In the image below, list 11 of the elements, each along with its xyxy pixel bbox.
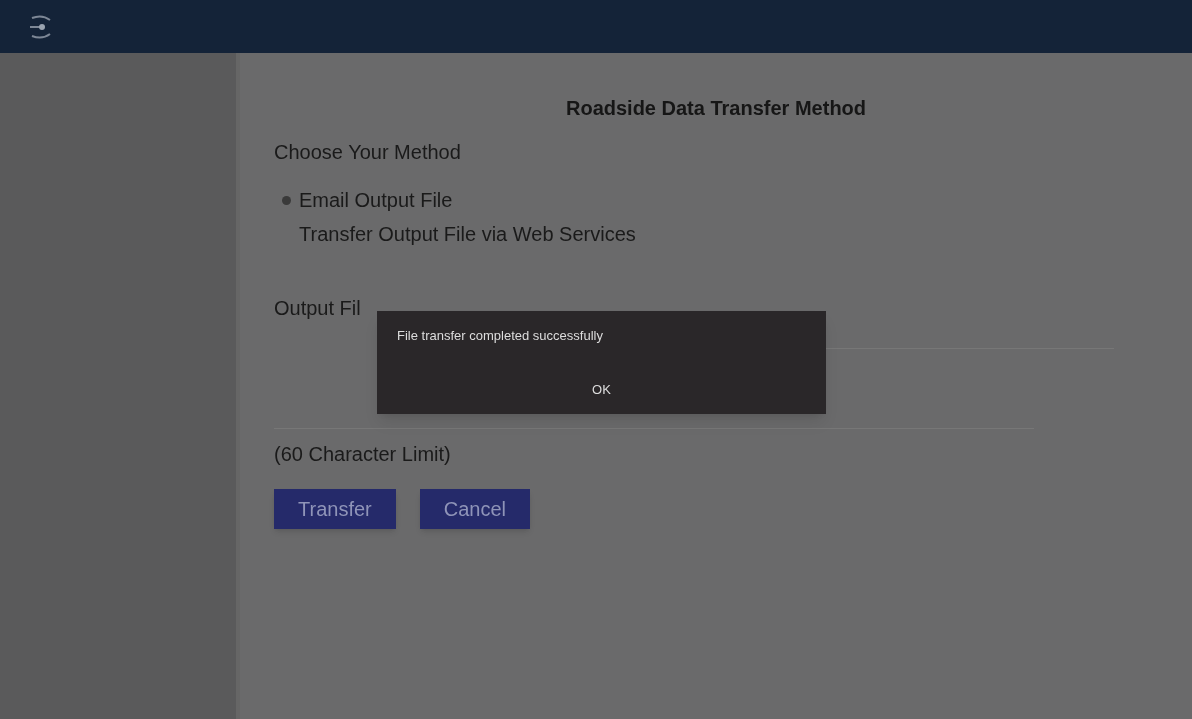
radio-label[interactable]: Transfer Output File via Web Services [299, 219, 636, 249]
field-label: Output Fil [274, 296, 361, 321]
dialog-message: File transfer completed successfully [397, 327, 603, 345]
radio-button[interactable] [282, 195, 291, 205]
section-heading: Choose Your Method [274, 140, 462, 165]
page-title: Roadside Data Transfer Method [564, 96, 868, 121]
cancel-button[interactable]: Cancel [419, 489, 530, 529]
transfer-button[interactable]: Transfer [274, 489, 396, 529]
ok-button[interactable]: OK [582, 375, 621, 403]
radio-label[interactable]: Email Output File [299, 185, 453, 215]
character-limit-note: (60 Character Limit) [274, 442, 452, 467]
